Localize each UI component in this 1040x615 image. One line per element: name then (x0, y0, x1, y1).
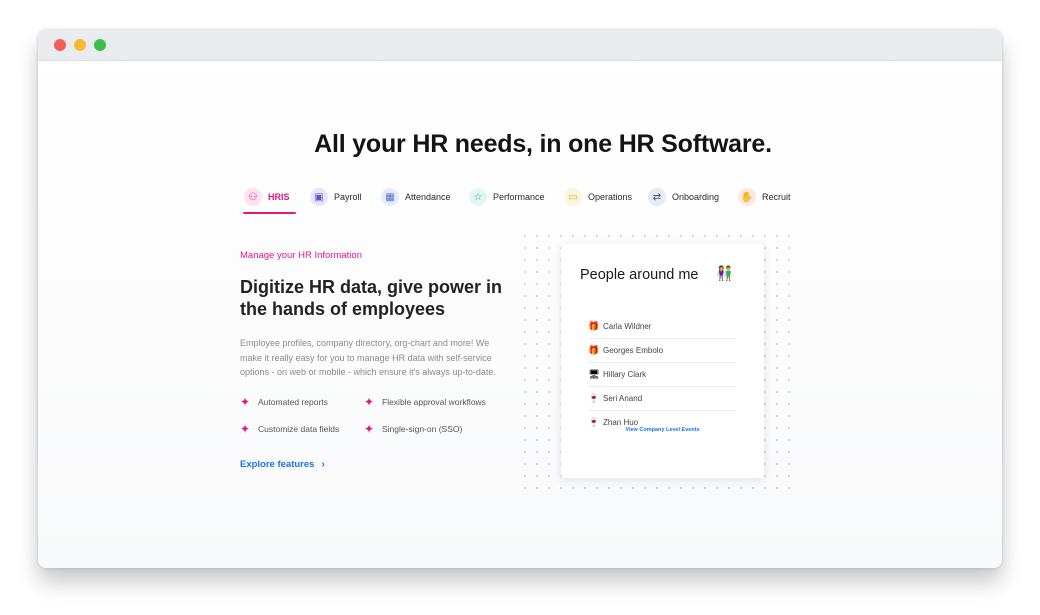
feature-label: Automated reports (258, 397, 328, 407)
tab-label: Performance (493, 192, 545, 202)
feature-item: ✦ Automated reports (240, 396, 328, 408)
tab-onboarding[interactable]: ⇄ Onboarding (648, 182, 719, 212)
list-item[interactable]: 🎁 Carla Wildner (588, 314, 736, 339)
feature-label: Single-sign-on (SSO) (382, 424, 463, 434)
sparkle-icon: ✦ (364, 395, 375, 409)
section-eyebrow: Manage your HR Information (240, 250, 362, 261)
list-item[interactable]: 🎁 Georges Embolo (588, 338, 736, 363)
tab-label: Payroll (334, 192, 362, 202)
user-profile-icon: ⚇ (244, 188, 262, 206)
people-around-me-card: People around me 👫 🎁 Carla Wildner 🎁 Geo… (561, 244, 764, 478)
explore-features-label: Explore features (240, 459, 315, 470)
minimize-window-button[interactable] (74, 39, 86, 51)
people-couple-icon: 👫 (716, 265, 734, 281)
close-window-button[interactable] (54, 39, 66, 51)
feature-label: Customize data fields (258, 424, 340, 434)
window-titlebar (38, 30, 1002, 61)
section-title: Digitize HR data, give power in the hand… (240, 277, 503, 319)
section-description: Employee profiles, company directory, or… (240, 338, 496, 378)
tab-attendance[interactable]: ▦ Attendance (381, 182, 451, 212)
sparkle-icon: ✦ (364, 422, 375, 436)
sparkle-icon: ✦ (240, 395, 251, 409)
glass-icon: 🍷 (588, 416, 600, 427)
tab-label: Attendance (405, 192, 451, 202)
onboarding-icon: ⇄ (648, 188, 666, 206)
tab-operations[interactable]: ▭ Operations (564, 182, 632, 212)
person-name: Carla Wildner (603, 321, 652, 331)
tab-performance[interactable]: ☆ Performance (469, 182, 545, 212)
gift-icon: 🎁 (588, 320, 600, 331)
person-name: Hillary Clark (603, 369, 647, 379)
tab-label: Onboarding (672, 192, 720, 202)
feature-label: Flexible approval workflows (382, 397, 486, 407)
laptop-icon: 🖥 (588, 368, 600, 379)
feature-item: ✦ Customize data fields (240, 423, 339, 435)
calendar-icon: ▦ (381, 188, 399, 206)
star-icon: ☆ (469, 188, 487, 206)
folder-icon: ▭ (564, 188, 582, 206)
tab-label: Recruit (762, 192, 791, 202)
recruit-icon: ✋ (738, 188, 756, 206)
gift-icon: 🎁 (588, 344, 600, 355)
payroll-icon: ▣ (310, 188, 328, 206)
list-item[interactable]: 🍷 Seri Anand (588, 386, 736, 411)
tab-payroll[interactable]: ▣ Payroll (310, 182, 362, 212)
feature-item: ✦ Single-sign-on (SSO) (364, 423, 462, 435)
card-title: People around me (580, 267, 699, 283)
page-headline: All your HR needs, in one HR Software. (314, 130, 772, 158)
feature-item: ✦ Flexible approval workflows (364, 396, 486, 408)
browser-window: All your HR needs, in one HR Software. ⚇… (38, 30, 1002, 568)
tab-hris[interactable]: ⚇ HRIS (243, 182, 295, 214)
chevron-right-icon: › (321, 459, 325, 470)
person-name: Georges Embolo (603, 345, 664, 355)
person-name: Zhan Huo (603, 417, 639, 427)
tab-label: HRIS (268, 192, 290, 202)
sparkle-icon: ✦ (240, 422, 251, 436)
list-item[interactable]: 🖥 Hillary Clark (588, 362, 736, 387)
tab-label: Operations (588, 192, 633, 202)
maximize-window-button[interactable] (94, 39, 106, 51)
view-company-events-link[interactable]: View Company Level Events (561, 427, 764, 433)
person-name: Seri Anand (603, 393, 643, 403)
explore-features-link[interactable]: Explore features › (240, 459, 325, 470)
glass-icon: 🍷 (588, 392, 600, 403)
tab-recruit[interactable]: ✋ Recruit (738, 182, 791, 212)
